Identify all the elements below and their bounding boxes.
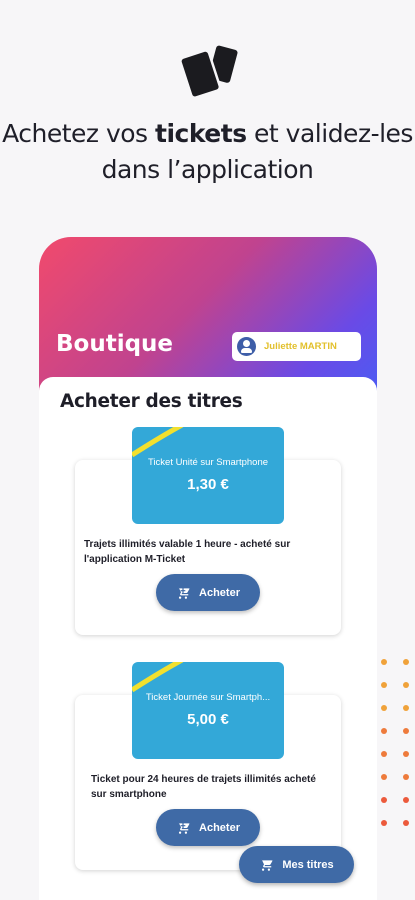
my-tickets-button[interactable]: Mes titres (239, 846, 354, 883)
phone-screen: Boutique Juliette MARTIN Acheter des tit… (39, 237, 377, 900)
tickets-icon (178, 40, 240, 99)
user-icon (237, 337, 256, 356)
buy-button-label: Acheter (199, 586, 240, 599)
buy-button-label: Acheter (199, 821, 240, 834)
ticket-name: Ticket Unité sur Smartphone (147, 457, 269, 468)
user-account-button[interactable]: Juliette MARTIN (232, 332, 361, 361)
product-description: Ticket pour 24 heures de trajets illimit… (91, 774, 316, 800)
app-header: Boutique Juliette MARTIN (39, 237, 377, 397)
hero-title: Achetez vos tickets et validez-les dans … (2, 119, 413, 184)
hero-title-bold: tickets (155, 119, 247, 148)
decorative-dots (381, 659, 409, 826)
product-description: Trajets illimités valable 1 heure - ache… (84, 539, 291, 565)
ticket-price: 1,30 € (187, 476, 229, 493)
user-name: Juliette MARTIN (264, 341, 337, 352)
page-title: Boutique (56, 331, 174, 357)
section-title: Acheter des titres (60, 391, 243, 412)
ticket-thumbnail[interactable]: Ticket Journée sur Smartph... 5,00 € (132, 662, 284, 759)
cart-icon (176, 586, 190, 599)
ticket-thumbnail[interactable]: Ticket Unité sur Smartphone 1,30 € (132, 427, 284, 524)
cart-icon (176, 821, 190, 834)
cart-icon (259, 858, 273, 871)
buy-button[interactable]: Acheter (156, 574, 260, 611)
ticket-name: Ticket Journée sur Smartph... (145, 692, 271, 703)
ticket-price: 5,00 € (187, 711, 229, 728)
buy-button[interactable]: Acheter (156, 809, 260, 846)
my-tickets-label: Mes titres (282, 858, 334, 871)
